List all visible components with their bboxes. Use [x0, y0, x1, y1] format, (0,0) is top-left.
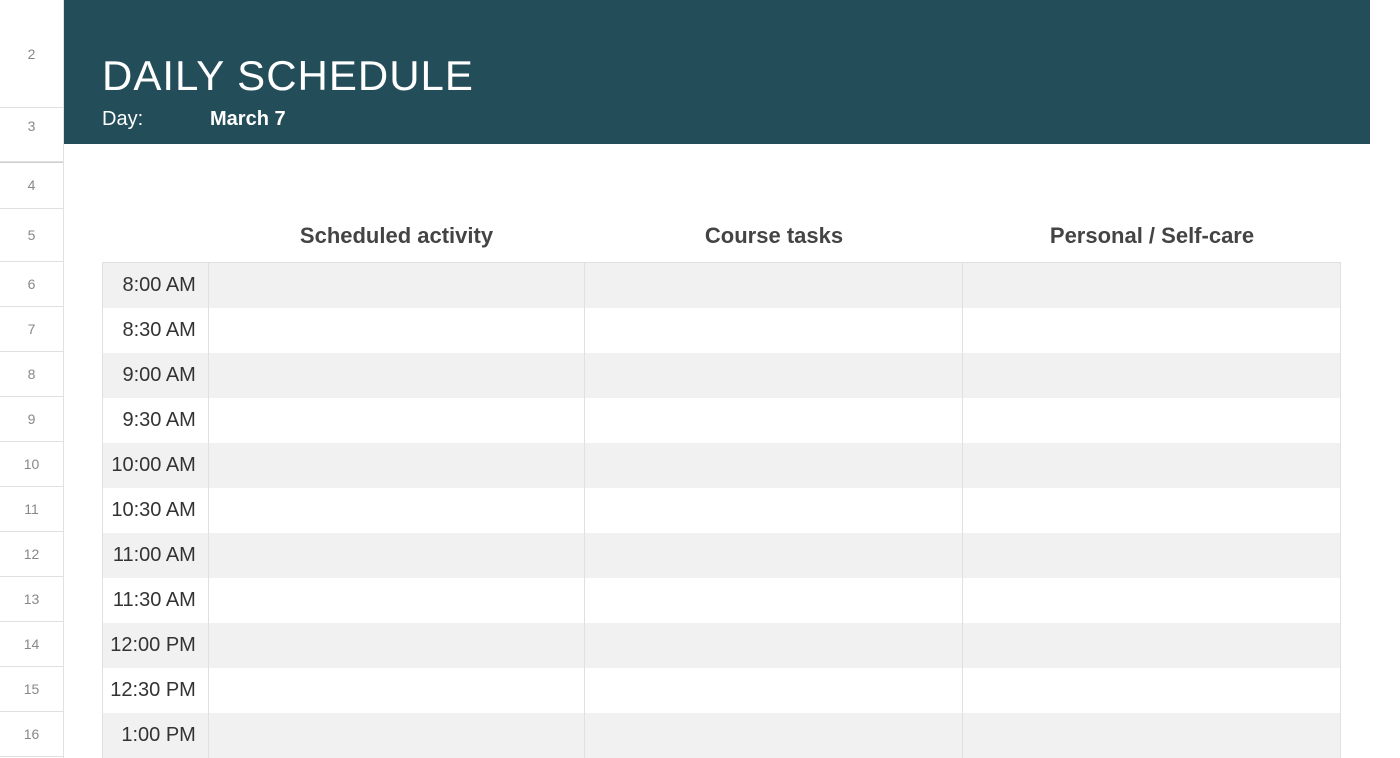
schedule-row: 10:30 AM — [103, 488, 1340, 533]
activity-cell[interactable] — [209, 533, 585, 578]
schedule-row: 11:00 AM — [103, 533, 1340, 578]
schedule-row: 8:00 AM — [103, 263, 1340, 308]
row-header-9[interactable]: 9 — [0, 397, 63, 442]
title-banner: DAILY SCHEDULE Day: March 7 — [64, 0, 1370, 144]
schedule-row: 8:30 AM — [103, 308, 1340, 353]
row-header-10[interactable]: 10 — [0, 442, 63, 487]
activity-cell[interactable] — [209, 353, 585, 398]
personal-cell[interactable] — [963, 578, 1340, 623]
personal-cell[interactable] — [963, 308, 1340, 353]
tasks-cell[interactable] — [585, 263, 962, 308]
time-cell[interactable]: 9:00 AM — [103, 353, 209, 398]
personal-cell[interactable] — [963, 398, 1340, 443]
row-header-7[interactable]: 7 — [0, 307, 63, 352]
time-cell[interactable]: 10:00 AM — [103, 443, 209, 488]
row-header-5[interactable]: 5 — [0, 209, 63, 262]
time-cell[interactable]: 1:00 PM — [103, 713, 209, 758]
blank-row — [64, 162, 1400, 209]
personal-cell[interactable] — [963, 488, 1340, 533]
personal-cell[interactable] — [963, 713, 1340, 758]
row-header-12[interactable]: 12 — [0, 532, 63, 577]
day-row: Day: March 7 — [102, 108, 1370, 131]
personal-cell[interactable] — [963, 668, 1340, 713]
day-value[interactable]: March 7 — [210, 108, 286, 131]
tasks-cell[interactable] — [585, 578, 962, 623]
personal-cell[interactable] — [963, 263, 1340, 308]
personal-cell[interactable] — [963, 443, 1340, 488]
row-header-6[interactable]: 6 — [0, 262, 63, 307]
tasks-cell[interactable] — [585, 713, 962, 758]
row-header-4[interactable]: 4 — [0, 162, 63, 209]
row-header-13[interactable]: 13 — [0, 577, 63, 622]
row-header-3[interactable]: 3 — [0, 108, 63, 144]
spreadsheet-view: 2 3 4 5 6 7 8 9 10 11 12 13 14 15 16 DAI… — [0, 0, 1400, 758]
schedule-row: 9:00 AM — [103, 353, 1340, 398]
time-cell[interactable]: 11:30 AM — [103, 578, 209, 623]
time-cell[interactable]: 9:30 AM — [103, 398, 209, 443]
personal-cell[interactable] — [963, 623, 1340, 668]
tasks-cell[interactable] — [585, 308, 962, 353]
tasks-cell[interactable] — [585, 398, 962, 443]
personal-cell[interactable] — [963, 353, 1340, 398]
time-cell[interactable]: 11:00 AM — [103, 533, 209, 578]
time-cell[interactable]: 8:00 AM — [103, 263, 209, 308]
schedule-row: 12:30 PM — [103, 668, 1340, 713]
activity-cell[interactable] — [209, 488, 585, 533]
row-header-column: 2 3 4 5 6 7 8 9 10 11 12 13 14 15 16 — [0, 0, 64, 758]
schedule-row: 11:30 AM — [103, 578, 1340, 623]
activity-cell[interactable] — [209, 578, 585, 623]
row-header-16[interactable]: 16 — [0, 712, 63, 757]
schedule-table: 8:00 AM8:30 AM9:00 AM9:30 AM10:00 AM10:3… — [102, 262, 1341, 758]
time-cell[interactable]: 8:30 AM — [103, 308, 209, 353]
row-header-11[interactable]: 11 — [0, 487, 63, 532]
row-header-15[interactable]: 15 — [0, 667, 63, 712]
tasks-cell[interactable] — [585, 353, 962, 398]
time-cell[interactable]: 12:00 PM — [103, 623, 209, 668]
time-cell[interactable]: 10:30 AM — [103, 488, 209, 533]
schedule-row: 9:30 AM — [103, 398, 1340, 443]
row-header-divider — [0, 144, 63, 162]
tasks-cell[interactable] — [585, 443, 962, 488]
column-header-activity: Scheduled activity — [208, 223, 585, 249]
tasks-cell[interactable] — [585, 533, 962, 578]
column-headers: Scheduled activity Course tasks Personal… — [64, 209, 1400, 262]
schedule-row: 10:00 AM — [103, 443, 1340, 488]
tasks-cell[interactable] — [585, 488, 962, 533]
tasks-cell[interactable] — [585, 623, 962, 668]
activity-cell[interactable] — [209, 398, 585, 443]
activity-cell[interactable] — [209, 308, 585, 353]
schedule-row: 1:00 PM — [103, 713, 1340, 758]
column-header-personal: Personal / Self-care — [963, 223, 1341, 249]
activity-cell[interactable] — [209, 713, 585, 758]
header-divider — [64, 144, 1400, 162]
column-header-tasks: Course tasks — [585, 223, 963, 249]
time-cell[interactable]: 12:30 PM — [103, 668, 209, 713]
row-header-8[interactable]: 8 — [0, 352, 63, 397]
row-header-2[interactable]: 2 — [0, 0, 63, 108]
activity-cell[interactable] — [209, 263, 585, 308]
personal-cell[interactable] — [963, 533, 1340, 578]
schedule-row: 12:00 PM — [103, 623, 1340, 668]
activity-cell[interactable] — [209, 623, 585, 668]
tasks-cell[interactable] — [585, 668, 962, 713]
sheet-content: DAILY SCHEDULE Day: March 7 Scheduled ac… — [64, 0, 1400, 758]
day-label: Day: — [102, 108, 210, 131]
page-title: DAILY SCHEDULE — [102, 52, 1370, 100]
row-header-14[interactable]: 14 — [0, 622, 63, 667]
activity-cell[interactable] — [209, 443, 585, 488]
activity-cell[interactable] — [209, 668, 585, 713]
